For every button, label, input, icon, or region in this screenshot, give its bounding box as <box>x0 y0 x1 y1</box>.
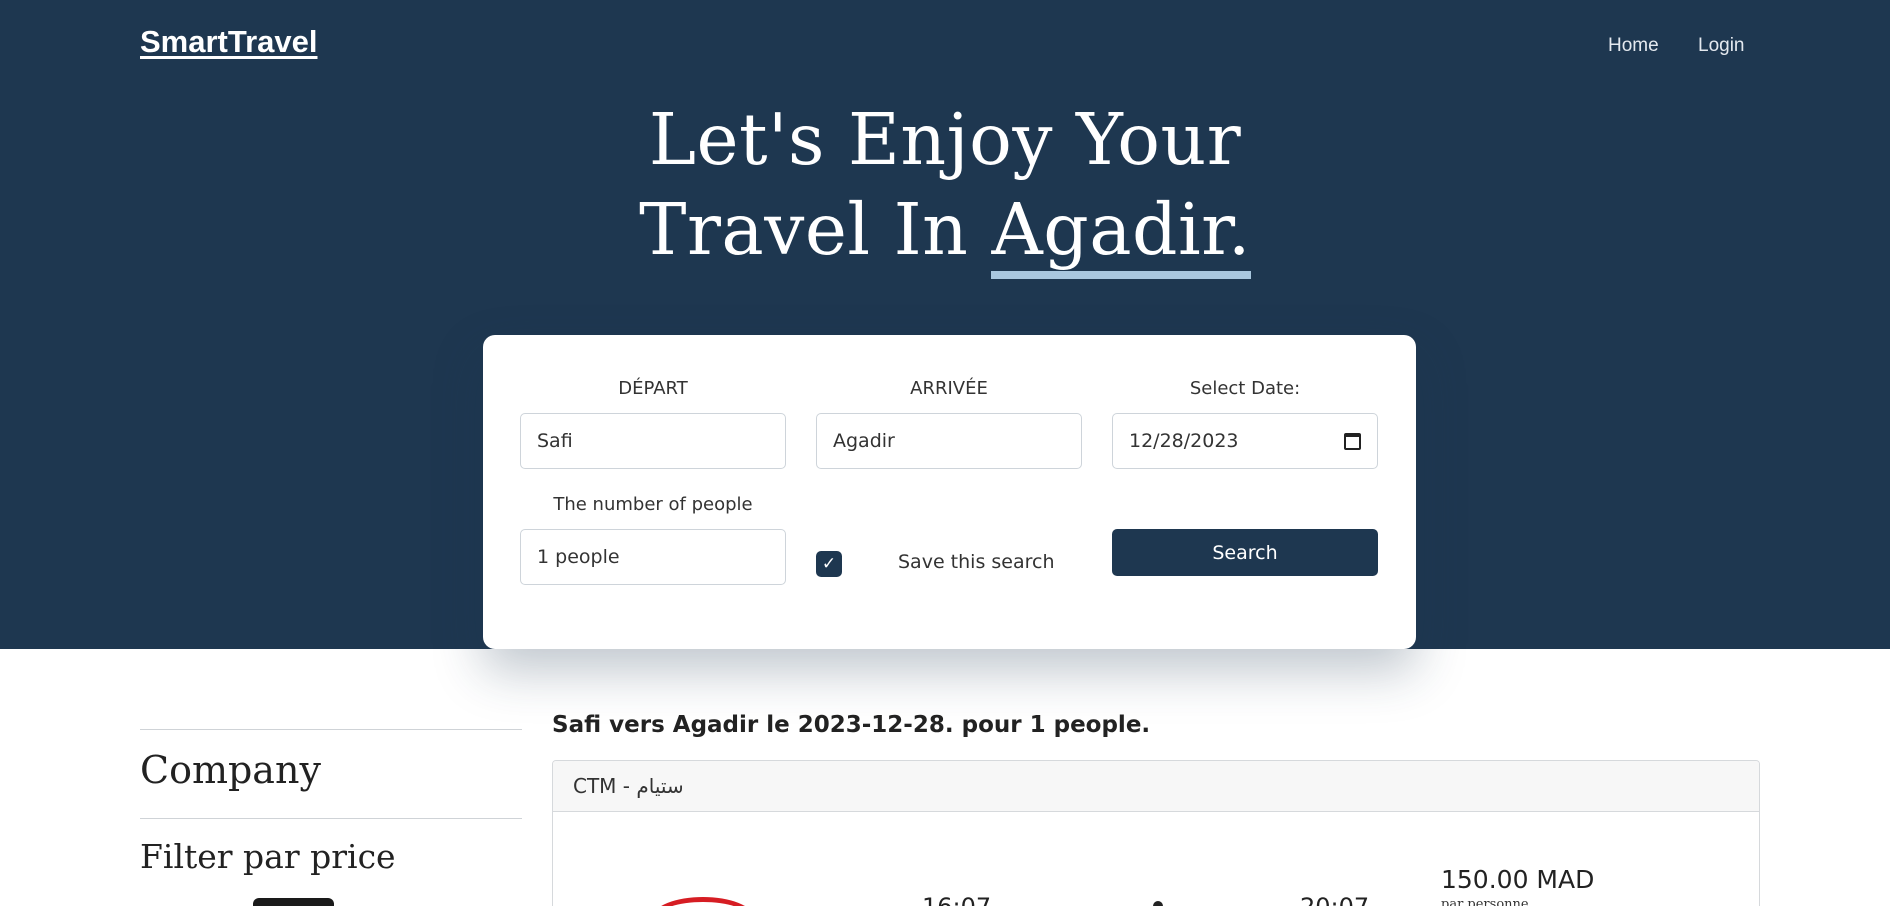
date-input[interactable]: 12/28/2023 <box>1112 413 1378 469</box>
company-name: CTM - ستيام <box>573 774 684 798</box>
sidebar-company-heading: Company <box>140 748 321 792</box>
save-search-checkbox[interactable]: ✓ <box>816 551 842 577</box>
result-card[interactable]: CTM - ستيام 16:07 20:07 150.00 MAD par p… <box>552 760 1760 906</box>
checkmark-icon: ✓ <box>821 554 837 574</box>
departure-time: 16:07 <box>922 893 991 906</box>
sidebar-filter-heading: Filter par price <box>140 837 396 876</box>
depart-label: DÉPART <box>618 378 688 399</box>
people-label: The number of people <box>553 494 753 515</box>
results-title: Safi vers Agadir le 2023-12-28. pour 1 p… <box>552 712 1151 738</box>
route-dot-icon <box>1153 901 1163 906</box>
hero-headline-highlight: Agadir. <box>991 190 1251 280</box>
hero-headline-line1: Let's Enjoy Your <box>648 98 1242 181</box>
brand-logo[interactable]: SmartTravel <box>140 24 318 60</box>
trip-price: 150.00 MAD <box>1441 865 1595 894</box>
people-input[interactable]: 1 people <box>520 529 786 585</box>
hero-headline-prefix: Travel In <box>639 188 992 271</box>
date-value: 12/28/2023 <box>1129 430 1239 452</box>
search-button[interactable]: Search <box>1112 529 1378 576</box>
price-note: par personne <box>1441 897 1529 906</box>
nav-home-link[interactable]: Home <box>1608 35 1659 57</box>
calendar-icon[interactable] <box>1344 432 1361 450</box>
depart-input[interactable]: Safi <box>520 413 786 469</box>
sidebar-divider <box>140 818 522 819</box>
save-search-label[interactable]: Save this search <box>898 551 1055 573</box>
sidebar-divider <box>140 729 522 730</box>
nav-login-link[interactable]: Login <box>1698 35 1745 57</box>
arrivee-label: ARRIVÉE <box>910 378 988 399</box>
result-card-header: CTM - ستيام <box>553 761 1759 812</box>
hero-headline-line2: Travel In Agadir. <box>0 188 1890 280</box>
price-filter-control[interactable] <box>253 898 334 906</box>
date-label: Select Date: <box>1189 378 1301 399</box>
arrivee-input[interactable]: Agadir <box>816 413 1082 469</box>
company-logo <box>653 897 753 906</box>
arrival-time: 20:07 <box>1300 893 1369 906</box>
